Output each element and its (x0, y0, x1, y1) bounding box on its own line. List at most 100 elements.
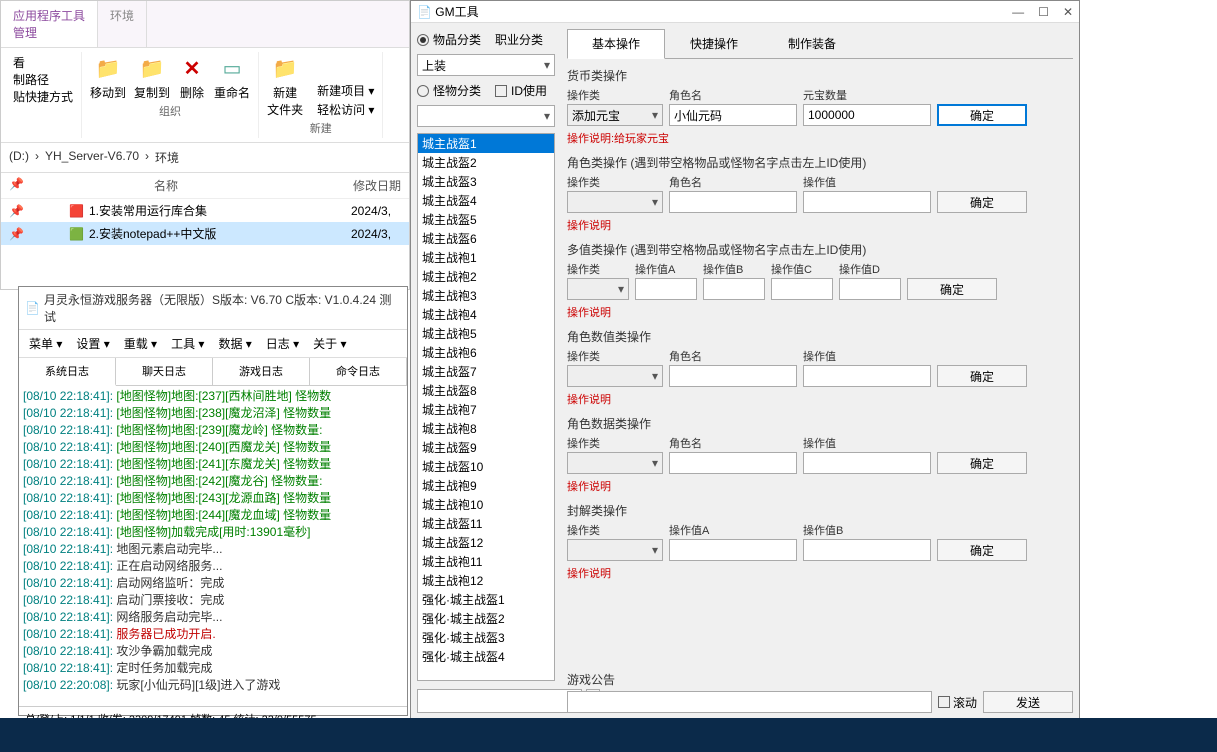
breadcrumb-sub[interactable]: 环境 (155, 149, 179, 166)
file-row[interactable]: 📌🟩 2.安装notepad++中文版2024/3, (1, 222, 409, 245)
radio-monster-classify[interactable] (417, 85, 429, 97)
file-row[interactable]: 📌🟥 1.安装常用运行库合集2024/3, (1, 199, 409, 222)
breadcrumb-drive[interactable]: (D:) (9, 149, 29, 166)
item-list[interactable]: 城主战盔1城主战盔2城主战盔3城主战盔4城主战盔5城主战盔6城主战袍1城主战袍2… (417, 133, 555, 681)
easy-access-button[interactable]: 轻松访问 ▾ (317, 101, 374, 118)
log-tab[interactable]: 系统日志 (19, 358, 116, 386)
roledata-confirm-button[interactable]: 确定 (937, 452, 1027, 474)
item-list-item[interactable]: 强化·城主战盔2 (418, 609, 554, 628)
log-tab[interactable]: 命令日志 (310, 358, 407, 385)
item-list-item[interactable]: 城主战盔7 (418, 362, 554, 381)
rolenum-confirm-button[interactable]: 确定 (937, 365, 1027, 387)
search-input[interactable] (417, 689, 582, 713)
seal-a-input[interactable] (669, 539, 797, 561)
menu-item[interactable]: 重载 ▾ (118, 333, 163, 354)
multi-a-input[interactable] (635, 278, 697, 300)
breadcrumb-folder[interactable]: YH_Server-V6.70 (45, 149, 139, 166)
rename-button[interactable]: ▭重命名 (214, 54, 250, 101)
role-name-input[interactable] (669, 191, 797, 213)
gm-tab[interactable]: 制作装备 (763, 29, 861, 58)
delete-button[interactable]: ✕删除 (178, 54, 206, 101)
item-list-item[interactable]: 城主战盔10 (418, 457, 554, 476)
scroll-checkbox[interactable] (938, 696, 950, 708)
role-type-select[interactable] (567, 191, 663, 213)
menu-item[interactable]: 日志 ▾ (260, 333, 305, 354)
menu-item[interactable]: 数据 ▾ (212, 333, 257, 354)
tab-app-tools[interactable]: 应用程序工具管理 (1, 1, 98, 47)
col-date[interactable]: 修改日期 (353, 177, 401, 194)
new-item-button[interactable]: 新建项目 ▾ (317, 82, 374, 99)
item-list-item[interactable]: 城主战盔12 (418, 533, 554, 552)
equip-slot-select[interactable]: 上装 (417, 54, 555, 76)
item-list-item[interactable]: 城主战盔6 (418, 229, 554, 248)
log-content[interactable]: [08/10 22:18:41]: [地图怪物]地图:[237][西林间胜地] … (19, 386, 407, 706)
item-list-item[interactable]: 城主战袍5 (418, 324, 554, 343)
item-list-item[interactable]: 城主战袍9 (418, 476, 554, 495)
item-list-item[interactable]: 城主战袍2 (418, 267, 554, 286)
copy-to-button[interactable]: 📁复制到 (134, 54, 170, 101)
item-list-item[interactable]: 城主战盔8 (418, 381, 554, 400)
role-confirm-button[interactable]: 确定 (937, 191, 1027, 213)
seal-b-input[interactable] (803, 539, 931, 561)
tab-environment[interactable]: 环境 (98, 1, 147, 47)
multi-type-select[interactable] (567, 278, 629, 300)
item-list-item[interactable]: 城主战盔3 (418, 172, 554, 191)
currency-confirm-button[interactable]: 确定 (937, 104, 1027, 126)
currency-type-select[interactable]: 添加元宝 (567, 104, 663, 126)
currency-role-input[interactable] (669, 104, 797, 126)
roledata-type-select[interactable] (567, 452, 663, 474)
menu-item[interactable]: 工具 ▾ (165, 333, 210, 354)
close-button[interactable]: ✕ (1063, 5, 1073, 19)
seal-type-select[interactable] (567, 539, 663, 561)
currency-amount-input[interactable] (803, 104, 931, 126)
item-list-item[interactable]: 城主战盔11 (418, 514, 554, 533)
gm-tab[interactable]: 基本操作 (567, 29, 665, 59)
menu-item[interactable]: 设置 ▾ (70, 333, 115, 354)
rolenum-value-input[interactable] (803, 365, 931, 387)
item-list-item[interactable]: 城主战盔4 (418, 191, 554, 210)
item-list-item[interactable]: 城主战袍6 (418, 343, 554, 362)
multi-confirm-button[interactable]: 确定 (907, 278, 997, 300)
move-to-button[interactable]: 📁移动到 (90, 54, 126, 101)
log-tab[interactable]: 聊天日志 (116, 358, 213, 385)
multi-d-input[interactable] (839, 278, 901, 300)
item-list-item[interactable]: 城主战袍8 (418, 419, 554, 438)
item-list-item[interactable]: 城主战袍1 (418, 248, 554, 267)
roledata-role-input[interactable] (669, 452, 797, 474)
item-list-item[interactable]: 城主战袍4 (418, 305, 554, 324)
multi-c-input[interactable] (771, 278, 833, 300)
item-list-item[interactable]: 强化·城主战盔1 (418, 590, 554, 609)
send-button[interactable]: 发送 (983, 691, 1073, 713)
menu-item[interactable]: 菜单 ▾ (23, 333, 68, 354)
gm-tab[interactable]: 快捷操作 (665, 29, 763, 58)
breadcrumb[interactable]: (D:) › YH_Server-V6.70 › 环境 (1, 143, 409, 173)
monster-select[interactable] (417, 105, 555, 127)
radio-item-classify[interactable] (417, 34, 429, 46)
rolenum-type-select[interactable] (567, 365, 663, 387)
new-folder-button[interactable]: 📁新建 文件夹 (267, 54, 303, 118)
col-name[interactable]: 名称 (69, 177, 353, 194)
item-list-item[interactable]: 城主战盔2 (418, 153, 554, 172)
item-list-item[interactable]: 强化·城主战盔4 (418, 647, 554, 666)
roledata-value-input[interactable] (803, 452, 931, 474)
announce-input[interactable] (567, 691, 932, 713)
item-list-item[interactable]: 强化·城主战盔3 (418, 628, 554, 647)
item-list-item[interactable]: 城主战盔1 (418, 134, 554, 153)
item-list-item[interactable]: 城主战盔5 (418, 210, 554, 229)
taskbar[interactable] (0, 718, 1217, 752)
maximize-button[interactable]: ☐ (1038, 5, 1049, 19)
menu-item[interactable]: 关于 ▾ (307, 333, 352, 354)
item-list-item[interactable]: 城主战袍7 (418, 400, 554, 419)
rolenum-role-input[interactable] (669, 365, 797, 387)
checkbox-id-use[interactable] (495, 85, 507, 97)
seal-confirm-button[interactable]: 确定 (937, 539, 1027, 561)
item-list-item[interactable]: 城主战袍12 (418, 571, 554, 590)
multi-b-input[interactable] (703, 278, 765, 300)
role-value-input[interactable] (803, 191, 931, 213)
log-tab[interactable]: 游戏日志 (213, 358, 310, 385)
item-list-item[interactable]: 城主战盔9 (418, 438, 554, 457)
item-list-item[interactable]: 城主战袍10 (418, 495, 554, 514)
minimize-button[interactable]: — (1012, 5, 1024, 19)
item-list-item[interactable]: 城主战袍3 (418, 286, 554, 305)
item-list-item[interactable]: 城主战袍11 (418, 552, 554, 571)
